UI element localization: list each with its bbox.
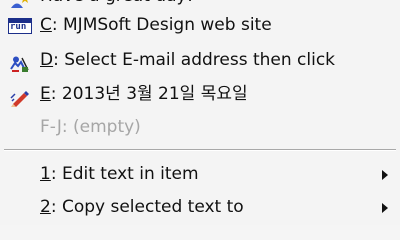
menu-item-label: C: MJMSoft Design web site xyxy=(40,9,272,42)
hotkey-c: C xyxy=(40,15,52,35)
menu-item-text: : Select E-mail address then click xyxy=(53,50,336,70)
menu-item-label: 1: Edit text in item xyxy=(40,158,199,191)
hotkey-1: 1 xyxy=(40,164,51,184)
menu-item-date[interactable]: E: 2013년 3월 21일 목요일 xyxy=(0,78,400,111)
pencil-icon xyxy=(10,86,30,107)
menu-item-text: : MJMSoft Design web site xyxy=(51,15,272,35)
menu-item-text: : 2013년 3월 21일 목요일 xyxy=(50,84,248,104)
menu-item-label: D: Select E-mail address then click xyxy=(40,44,335,77)
menu-item-empty: F-J: (empty) xyxy=(0,111,400,144)
menu-separator xyxy=(4,149,396,151)
hotkey-2: 2 xyxy=(40,197,51,217)
menu-item-website[interactable]: run C: MJMSoft Design web site xyxy=(0,9,400,42)
person-star-icon xyxy=(10,0,30,8)
menu-item-text: : Edit text in item xyxy=(50,164,199,184)
menu-item-label: E: 2013년 3월 21일 목요일 xyxy=(40,78,248,111)
submenu-arrow-icon xyxy=(382,203,388,213)
person-email-icon xyxy=(10,52,30,72)
menu-item-email[interactable]: D: Select E-mail address then click xyxy=(0,44,400,77)
context-menu: Have a great day! run C: MJMSoft Design … xyxy=(0,0,400,225)
submenu-arrow-icon xyxy=(382,170,388,180)
menu-item-partial[interactable] xyxy=(0,218,400,225)
menu-item-edit-text[interactable]: 1: Edit text in item xyxy=(0,158,400,191)
hotkey-d: D xyxy=(40,50,54,70)
hotkey-e: E xyxy=(40,84,51,104)
menu-item-label: F-J: (empty) xyxy=(40,117,141,137)
run-icon: run xyxy=(8,18,32,34)
menu-item-text: : Copy selected text to xyxy=(50,197,244,217)
